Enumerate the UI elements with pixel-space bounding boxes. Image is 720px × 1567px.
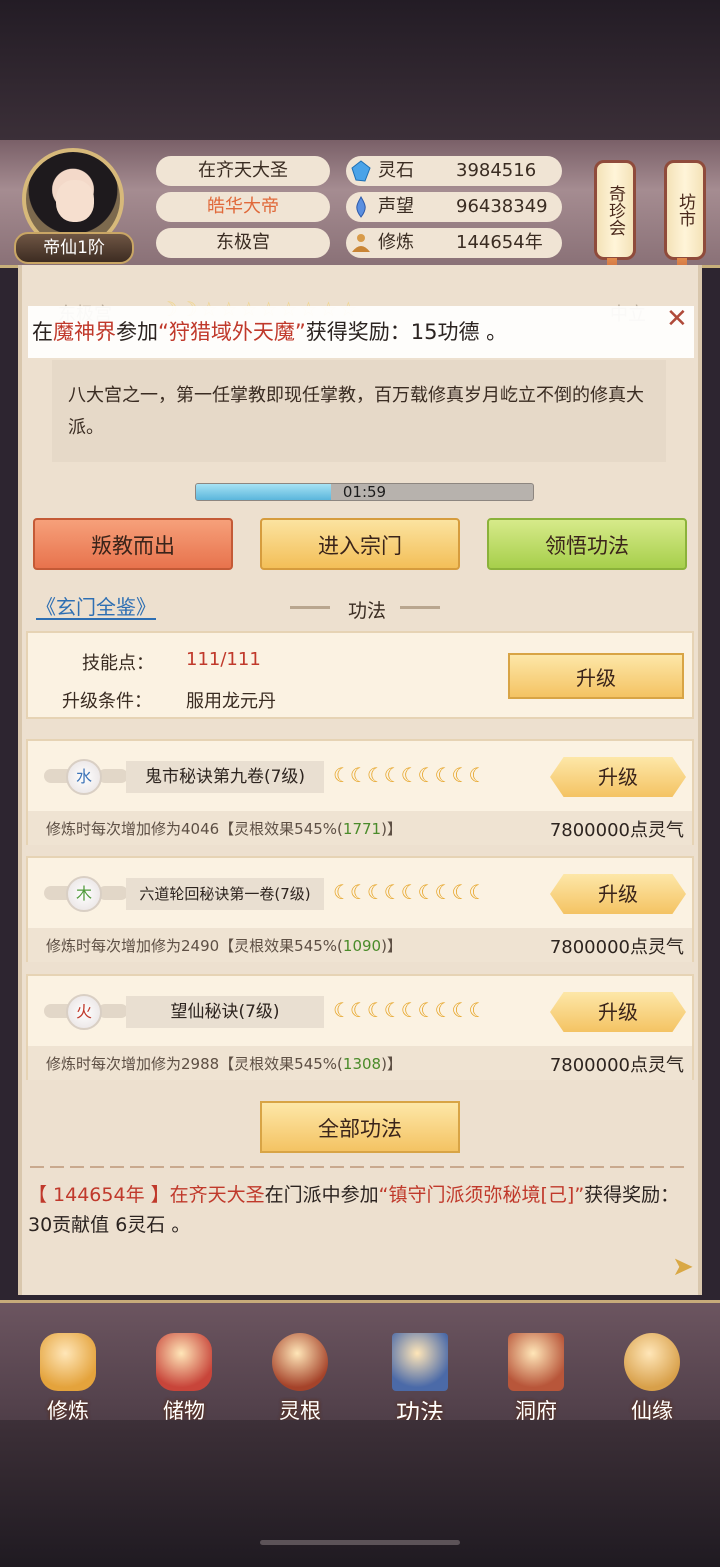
rank-badge: 帝仙1阶 <box>14 232 134 264</box>
spirit-stone-icon <box>351 160 371 182</box>
technique-moons: ☾☾☾☾☾☾☾☾☾ <box>333 998 486 1022</box>
technique-moons: ☾☾☾☾☾☾☾☾☾ <box>333 763 486 787</box>
stat-cultivation: 修炼 144654年 <box>346 228 562 258</box>
stat-label: 声望 <box>378 196 414 217</box>
stat-reputation: 声望 96438349 <box>346 192 562 222</box>
skill-upgrade-button[interactable]: 升级 <box>508 653 684 699</box>
sect-description: 八大宫之一，第一任掌教即现任掌教，百万载修真岁月屹立不倒的修真大派。 <box>52 360 666 462</box>
nav-spirit-root[interactable]: 灵根 <box>252 1323 348 1423</box>
stat-label: 灵石 <box>378 160 414 181</box>
top-backdrop <box>0 0 720 140</box>
learn-technique-button[interactable]: 领悟功法 <box>487 518 687 570</box>
stat-value: 144654年 <box>456 232 543 253</box>
log-text: 在门派中参加 <box>264 1184 379 1206</box>
technique-cost: 7800000点灵气 <box>549 1055 684 1076</box>
skill-points-box: 技能点： 111/111 升级条件： 服用龙元丹 升级 <box>26 631 694 719</box>
technique-card: 水 鬼市秘诀第九卷(7级) ☾☾☾☾☾☾☾☾☾ 升级 修炼时每次增加修为4046… <box>26 739 694 845</box>
technique-card: 火 望仙秘诀(7级) ☾☾☾☾☾☾☾☾☾ 升级 修炼时每次增加修为2988【灵根… <box>26 974 694 1080</box>
avatar-face <box>56 180 94 222</box>
technique-upgrade-button[interactable]: 升级 <box>550 992 686 1032</box>
close-icon[interactable]: ✕ <box>666 306 692 332</box>
stat-value: 96438349 <box>456 196 548 217</box>
technique-cost: 7800000点灵气 <box>549 820 684 841</box>
technique-card: 木 六道轮回秘诀第一卷(7级) ☾☾☾☾☾☾☾☾☾ 升级 修炼时每次增加修为24… <box>26 856 694 962</box>
log-year: 【 144654年 】 <box>28 1184 170 1206</box>
technique-name: 望仙秘诀(7级) <box>126 996 324 1028</box>
guide-link[interactable]: 《玄门全鉴》 <box>36 596 156 620</box>
cave-house-icon <box>508 1333 564 1391</box>
leave-sect-button[interactable]: 叛教而出 <box>33 518 233 570</box>
technique-name: 鬼市秘诀第九卷(7级) <box>126 761 324 793</box>
cultivation-icon <box>352 234 370 252</box>
timer-text: 01:59 <box>342 483 387 501</box>
all-techniques-button[interactable]: 全部功法 <box>260 1101 460 1153</box>
technique-cost: 7800000点灵气 <box>549 937 684 958</box>
upgrade-condition-value: 服用龙元丹 <box>186 691 276 712</box>
expand-arrow-icon[interactable]: ➤ <box>672 1252 694 1282</box>
notice-text: 参加 <box>116 320 158 344</box>
player-sect: 东极宫 <box>156 228 330 258</box>
event-log: 【 144654年 】在齐天大圣在门派中参加“镇守门派须弥秘境[己]”获得奖励：… <box>28 1180 692 1240</box>
water-element-icon: 水 <box>66 759 102 795</box>
notice-text: 获得奖励：15功德 。 <box>305 320 508 344</box>
nav-cultivate[interactable]: 修炼 <box>20 1323 116 1423</box>
market-button[interactable]: 坊市 <box>664 160 706 260</box>
reputation-icon <box>356 196 366 218</box>
immortal-fate-icon <box>624 1333 680 1391</box>
cultivate-icon <box>40 1333 96 1391</box>
stat-spirit-stone: 灵石 3984516 <box>346 156 562 186</box>
fire-element-icon: 火 <box>66 994 102 1030</box>
stat-value: 3984516 <box>456 160 537 181</box>
bottom-nav: 修炼 储物 灵根 功法 洞府 仙缘 <box>0 1300 720 1427</box>
technique-upgrade-button[interactable]: 升级 <box>550 874 686 914</box>
notice-event: “狩猎域外天魔” <box>158 320 306 344</box>
element-wing-decoration <box>98 886 128 900</box>
element-wing-decoration <box>98 1004 128 1018</box>
notice-realm: 魔神界 <box>53 320 116 344</box>
player-name: 在齐天大圣 <box>156 156 330 186</box>
section-decoration <box>400 606 440 609</box>
technique-upgrade-button[interactable]: 升级 <box>550 757 686 797</box>
enter-sect-button[interactable]: 进入宗门 <box>260 518 460 570</box>
technique-book-icon <box>392 1333 448 1391</box>
home-indicator <box>260 1540 460 1545</box>
nav-storage[interactable]: 储物 <box>136 1323 232 1423</box>
log-event: “镇守门派须弥秘境[己]” <box>378 1184 585 1206</box>
nav-cave-house[interactable]: 洞府 <box>488 1323 584 1423</box>
treasure-fair-button[interactable]: 奇珍会 <box>594 160 636 260</box>
wood-element-icon: 木 <box>66 876 102 912</box>
notice-text: 在 <box>32 320 53 344</box>
reward-notice: 在魔神界参加“狩猎域外天魔”获得奖励：15功德 。 <box>28 306 694 358</box>
storage-bag-icon <box>156 1333 212 1391</box>
element-wing-decoration <box>98 769 128 783</box>
technique-name: 六道轮回秘诀第一卷(7级) <box>126 878 324 910</box>
log-name: 在齐天大圣 <box>169 1184 265 1206</box>
player-header: 帝仙1阶 在齐天大圣 皓华大帝 东极宫 灵石 3984516 声望 964383… <box>0 140 720 288</box>
divider <box>30 1166 690 1168</box>
stat-label: 修炼 <box>378 232 414 253</box>
spirit-root-icon <box>272 1333 328 1391</box>
section-title: 功法 <box>347 600 386 622</box>
technique-desc: 修炼时每次增加修为4046【灵根效果545%(1771)】 <box>46 820 402 838</box>
technique-desc: 修炼时每次增加修为2988【灵根效果545%(1308)】 <box>46 1055 402 1073</box>
skill-points-value: 111/111 <box>186 649 261 670</box>
nav-technique[interactable]: 功法 <box>372 1323 468 1427</box>
skill-points-label: 技能点： <box>82 653 154 674</box>
upgrade-condition-label: 升级条件： <box>62 691 152 712</box>
nav-immortal-fate[interactable]: 仙缘 <box>604 1323 700 1423</box>
technique-moons: ☾☾☾☾☾☾☾☾☾ <box>333 880 486 904</box>
technique-desc: 修炼时每次增加修为2490【灵根效果545%(1090)】 <box>46 937 402 955</box>
player-title[interactable]: 皓华大帝 <box>156 192 330 222</box>
timer-progress-bar: 01:59 <box>195 483 534 501</box>
